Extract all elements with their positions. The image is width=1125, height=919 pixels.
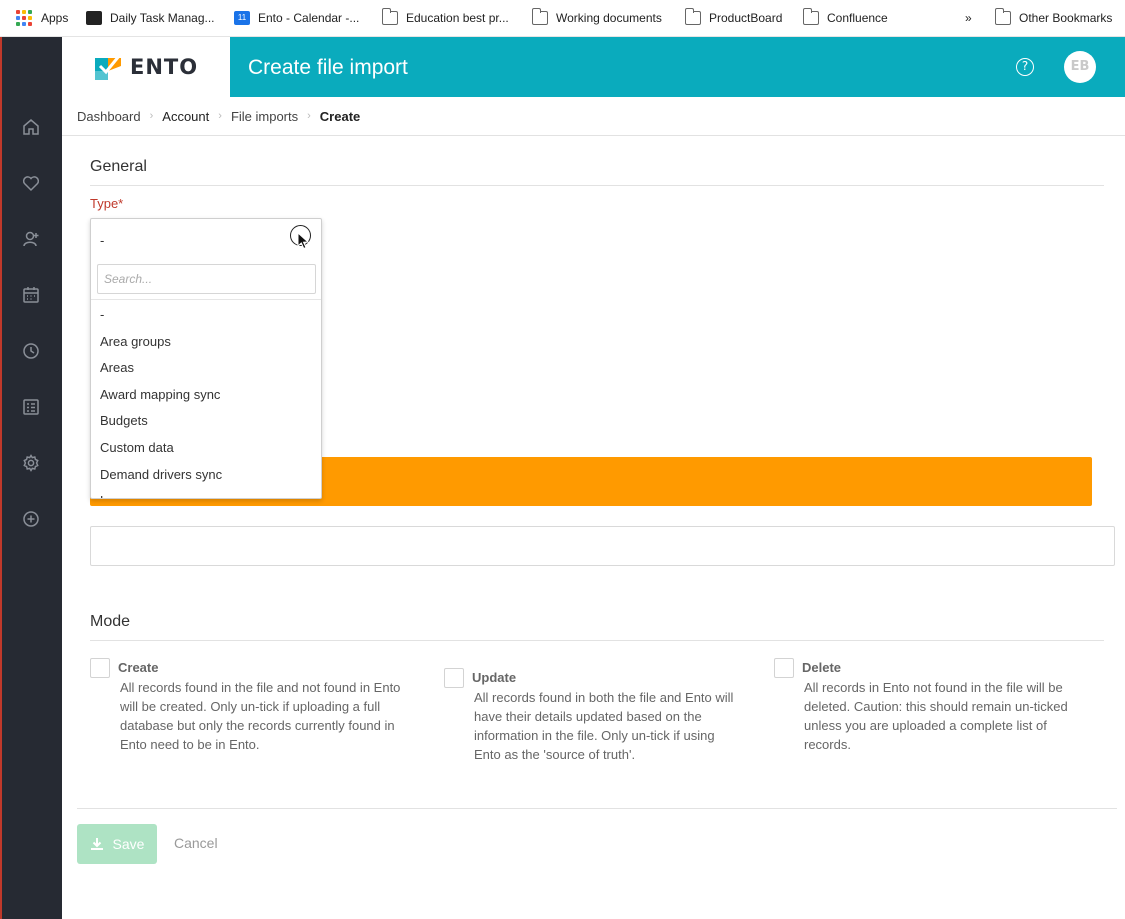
bookmark-label: ProductBoard [709, 11, 783, 25]
breadcrumb-current: Create [319, 108, 361, 124]
dropdown-option[interactable]: Leave [91, 488, 321, 498]
apps-grid-icon [16, 10, 32, 26]
save-label: Save [112, 836, 145, 852]
bookmark-label: Working documents [556, 11, 662, 25]
mode-title: Update [472, 670, 517, 685]
bookmark-education[interactable]: Education best pr... [382, 8, 509, 27]
type-select-value[interactable]: - [100, 233, 104, 248]
bookmark-label: Other Bookmarks [1019, 11, 1113, 25]
mode-description: All records found in the file and not fo… [120, 680, 401, 752]
bookmark-apps[interactable]: Apps [16, 9, 68, 27]
logo-text: ENTO [130, 55, 199, 79]
page-title: Create file import [248, 56, 408, 79]
breadcrumb-dashboard[interactable]: Dashboard [77, 109, 141, 124]
section-title-general: General [90, 158, 147, 175]
calendar-icon: 11 [234, 11, 250, 25]
help-icon[interactable]: ? [1016, 58, 1034, 76]
cancel-link[interactable]: Cancel [174, 835, 218, 851]
save-button[interactable]: Save [77, 824, 157, 864]
type-label: Type* [90, 196, 124, 211]
bookmark-label: Confluence [827, 11, 888, 25]
file-input-field[interactable] [90, 526, 1115, 566]
dropdown-search-input[interactable]: Search... [97, 264, 316, 294]
bookmark-other[interactable]: Other Bookmarks [995, 8, 1113, 27]
sidebar [2, 37, 62, 919]
calendar-icon[interactable] [21, 285, 41, 305]
delete-checkbox[interactable] [774, 658, 794, 678]
task-app-icon [86, 11, 102, 25]
bookmark-label: Daily Task Manag... [110, 11, 215, 25]
bookmark-productboard[interactable]: ProductBoard [685, 8, 783, 27]
dropdown-option[interactable]: Demand drivers sync [91, 462, 321, 489]
folder-icon [685, 8, 701, 25]
dropdown-option[interactable]: - [91, 302, 321, 329]
mode-title: Create [118, 660, 159, 675]
chevron-right-icon: › [307, 110, 311, 122]
page-header: Create file import ? EB [230, 37, 1125, 97]
clock-icon[interactable] [21, 341, 41, 361]
section-title-mode: Mode [90, 613, 131, 630]
breadcrumb: Dashboard › Account › File imports › Cre… [77, 106, 360, 126]
mode-title: Delete [802, 660, 842, 675]
breadcrumb-file-imports[interactable]: File imports [231, 109, 298, 124]
dropdown-option[interactable]: Areas [91, 355, 321, 382]
mouse-cursor-icon [297, 232, 309, 250]
bookmarks-overflow-button[interactable]: » [965, 9, 972, 27]
bookmark-label: Education best pr... [406, 11, 509, 25]
home-icon[interactable] [21, 117, 41, 137]
divider [62, 135, 1125, 136]
report-icon[interactable] [21, 397, 41, 417]
bookmarks-bar: Apps Daily Task Manag... 11 Ento - Calen… [0, 0, 1125, 37]
bookmark-ento-calendar[interactable]: 11 Ento - Calendar -... [234, 9, 359, 27]
bookmark-working-documents[interactable]: Working documents [532, 8, 662, 27]
folder-icon [803, 8, 819, 25]
dropdown-option[interactable]: Custom data [91, 435, 321, 462]
dropdown-options: - Area groups Areas Award mapping sync B… [91, 302, 321, 498]
update-checkbox[interactable] [444, 668, 464, 688]
bookmark-daily-task[interactable]: Daily Task Manag... [86, 9, 215, 27]
plus-circle-icon[interactable] [21, 509, 41, 529]
mode-description: All records found in both the file and E… [474, 690, 734, 762]
bookmark-label: Apps [41, 11, 69, 25]
gear-icon[interactable] [21, 453, 41, 473]
user-add-icon[interactable] [21, 229, 41, 249]
heart-icon[interactable] [21, 173, 41, 193]
divider [90, 185, 1104, 186]
type-select-dropdown[interactable]: - Search... - Area groups Areas Award ma… [90, 218, 322, 499]
mode-description: All records in Ento not found in the fil… [804, 680, 1068, 752]
dropdown-option[interactable]: Area groups [91, 329, 321, 356]
dropdown-option[interactable]: Award mapping sync [91, 382, 321, 409]
overflow-chevron-icon: » [965, 11, 972, 25]
folder-icon [532, 8, 548, 25]
divider [91, 299, 321, 300]
folder-icon [995, 8, 1011, 25]
divider [90, 640, 1104, 641]
bookmark-confluence[interactable]: Confluence [803, 8, 888, 27]
avatar[interactable]: EB [1064, 51, 1096, 83]
folder-icon [382, 8, 398, 25]
chevron-right-icon: › [149, 110, 154, 122]
chevron-right-icon: › [218, 110, 222, 122]
logo-area[interactable]: ENTO [62, 37, 230, 97]
breadcrumb-account[interactable]: Account [162, 109, 209, 124]
ento-logo-icon [95, 55, 121, 80]
download-icon [90, 838, 103, 850]
dropdown-option[interactable]: Budgets [91, 408, 321, 435]
create-checkbox[interactable] [90, 658, 110, 678]
bookmark-label: Ento - Calendar -... [258, 11, 360, 25]
divider [77, 808, 1117, 809]
